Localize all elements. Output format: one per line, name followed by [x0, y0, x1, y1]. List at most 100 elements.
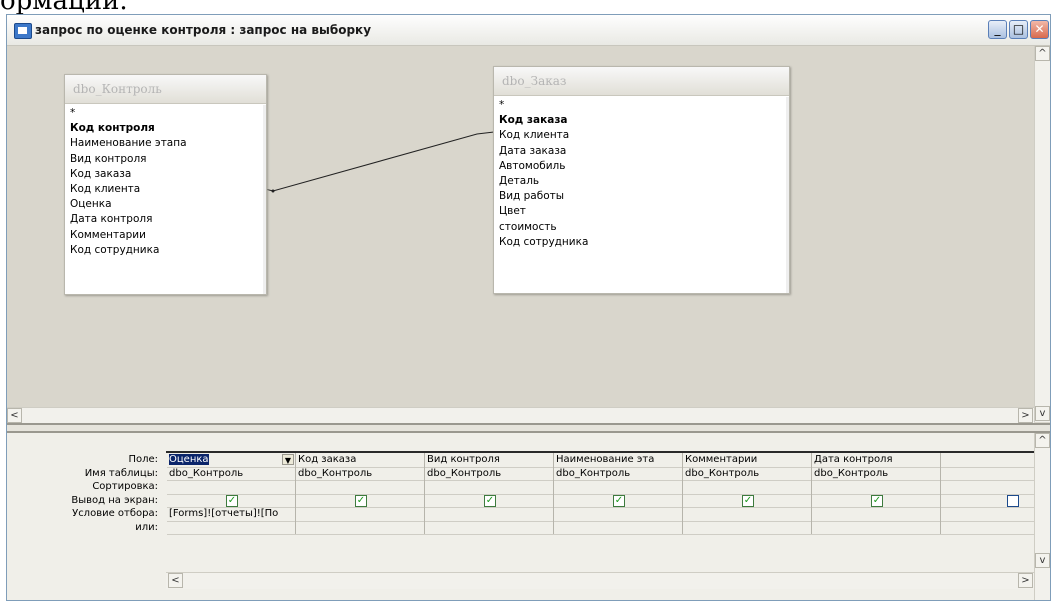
scroll-up-button[interactable]: ^ [1035, 46, 1050, 61]
show-checkbox[interactable]: ✓ [1007, 494, 1019, 507]
grid-cell-show[interactable]: ✓ [683, 493, 812, 507]
field-list-item[interactable]: Код заказа [497, 113, 786, 128]
grid-cell-or[interactable] [683, 520, 812, 534]
pane-splitter[interactable] [7, 423, 1050, 433]
grid-cell-table[interactable]: dbo_Контроль [554, 466, 683, 480]
grid-cell-sort[interactable] [167, 480, 296, 494]
grid-cell-table[interactable]: dbo_Контроль [683, 466, 812, 480]
grid-cell-criteria[interactable] [812, 507, 941, 521]
grid-cell-show[interactable]: ✓ [425, 493, 554, 507]
show-checkbox[interactable]: ✓ [742, 494, 754, 507]
maximize-button[interactable]: □ [1009, 20, 1028, 39]
grid-cell-sort[interactable] [296, 480, 425, 494]
grid-cell-field[interactable]: Вид контроля [425, 453, 554, 467]
minimize-button[interactable]: _ [988, 20, 1007, 39]
grid-cell-or[interactable] [425, 520, 554, 534]
grid-cell-criteria[interactable] [554, 507, 683, 521]
scroll-left-button[interactable]: < [168, 573, 183, 588]
field-list-item[interactable]: Деталь [497, 174, 786, 189]
field-list-kontrol[interactable]: dbo_Контроль * Код контроля Наименование э… [64, 74, 267, 295]
grid-row-label: Имя таблицы: [84, 467, 158, 479]
grid-cell-sort[interactable] [812, 480, 941, 494]
show-checkbox[interactable]: ✓ [613, 494, 625, 507]
field-list-item[interactable]: Дата заказа [497, 144, 786, 159]
grid-row-label: или: [135, 521, 158, 533]
grid-cell-text: [Forms]![отчеты]![По [169, 508, 279, 519]
show-checkbox[interactable]: ✓ [484, 494, 496, 507]
table-diagram-pane[interactable]: dbo_Контроль * Код контроля Наименование э… [7, 46, 1034, 422]
show-checkbox[interactable]: ✓ [871, 494, 883, 507]
grid-cell-field[interactable]: Наименование эта [554, 453, 683, 467]
scroll-down-button[interactable]: v [1035, 406, 1050, 421]
grid-cell-or[interactable] [296, 520, 425, 534]
close-button[interactable]: ✕ [1030, 20, 1049, 39]
grid-cell-field[interactable]: Оценка ▼ [167, 453, 296, 467]
grid-cell-show[interactable]: ✓ [812, 493, 941, 507]
grid-cell-criteria[interactable] [296, 507, 425, 521]
field-list-items: * Код заказа Код клиента Дата заказа Автомоб… [497, 98, 786, 290]
grid-cell-sort[interactable] [554, 480, 683, 494]
grid-cell-sort[interactable] [425, 480, 554, 494]
grid-cell-table[interactable]: dbo_Контроль [812, 466, 941, 480]
title-bar[interactable]: запрос по оценке контроля : запрос на вы… [7, 15, 1050, 46]
query-icon [14, 23, 32, 39]
grid-cell-criteria[interactable] [425, 507, 554, 521]
diagram-horizontal-scrollbar[interactable]: < > [7, 407, 1034, 424]
grid-cell-text: dbo_Контроль [685, 467, 760, 479]
grid-cell-text: Вид контроля [427, 454, 500, 465]
grid-cell-table[interactable]: dbo_Контроль [425, 466, 554, 480]
grid-row-label: Условие отбора: [72, 508, 158, 519]
scroll-right-button[interactable]: > [1018, 573, 1033, 588]
grid-cell-sort[interactable] [683, 480, 812, 494]
grid-cell-text: Оценка [169, 454, 209, 465]
field-list-item[interactable]: Автомобиль [497, 159, 786, 174]
show-checkbox[interactable]: ✓ [355, 494, 367, 507]
grid-cell-field[interactable]: Комментарии [683, 453, 812, 467]
grid-cell-or[interactable] [554, 520, 683, 534]
grid-cell-show[interactable]: ✓ [167, 493, 296, 507]
grid-cell-text: Комментарии [685, 454, 758, 465]
field-list-item[interactable]: Код клиента [68, 182, 263, 197]
field-list-item[interactable]: Код сотрудника [68, 243, 263, 258]
grid-cell-show[interactable]: ✓ [554, 493, 683, 507]
field-list-title[interactable]: dbo_Заказ [494, 67, 789, 96]
scroll-up-button[interactable]: ^ [1035, 433, 1050, 448]
grid-cell-field[interactable]: Дата контроля [812, 453, 941, 467]
field-list-item[interactable]: Оценка [68, 197, 263, 212]
grid-row-label: Вывод на экран: [71, 494, 158, 506]
field-list-title[interactable]: dbo_Контроль [65, 75, 266, 104]
diagram-vertical-scrollbar[interactable]: ^ v [1034, 46, 1050, 422]
grid-horizontal-scrollbar[interactable]: < > [166, 572, 1034, 589]
grid-cell-or[interactable] [167, 520, 296, 534]
chevron-down-icon[interactable]: ▼ [282, 454, 294, 465]
field-list-item[interactable]: Цвет [497, 204, 786, 219]
grid-cell-or[interactable] [812, 520, 941, 534]
grid-cell-criteria[interactable]: [Forms]![отчеты]![По [167, 507, 296, 521]
field-list-item[interactable]: * [68, 106, 263, 121]
field-list-item[interactable]: Код клиента [497, 128, 786, 143]
scroll-down-button[interactable]: v [1035, 553, 1050, 568]
grid-cell-text: dbo_Контроль [814, 467, 889, 479]
grid-cell-field[interactable]: Код заказа [296, 453, 425, 467]
field-list-item[interactable]: Дата контроля [68, 212, 263, 227]
field-list-zakaz[interactable]: dbo_Заказ * Код заказа Код клиента Дата зак… [493, 66, 790, 294]
grid-cell-show[interactable]: ✓ [296, 493, 425, 507]
field-list-item[interactable]: стоимость [497, 220, 786, 235]
grid-cell-criteria[interactable] [683, 507, 812, 521]
field-list-item[interactable]: * [497, 98, 786, 113]
field-list-item[interactable]: Вид работы [497, 189, 786, 204]
show-checkbox[interactable]: ✓ [226, 494, 238, 507]
field-list-item[interactable]: Вид контроля [68, 152, 263, 167]
scroll-left-button[interactable]: < [7, 408, 22, 423]
grid-cell-table[interactable]: dbo_Контроль [296, 466, 425, 480]
grid-cell-text: dbo_Контроль [169, 467, 244, 479]
grid-cell-table[interactable]: dbo_Контроль [167, 466, 296, 480]
grid-vertical-scrollbar[interactable]: ^ v [1034, 433, 1050, 600]
field-list-item[interactable]: Код сотрудника [497, 235, 786, 250]
grid-row-table: dbo_Контроль dbo_Контроль dbo_Контроль dbo_… [167, 466, 1035, 481]
field-list-item[interactable]: Комментарии [68, 228, 263, 243]
scroll-right-button[interactable]: > [1018, 408, 1033, 423]
field-list-item[interactable]: Код контроля [68, 121, 263, 136]
field-list-item[interactable]: Наименование этапа [68, 136, 263, 151]
field-list-item[interactable]: Код заказа [68, 167, 263, 182]
